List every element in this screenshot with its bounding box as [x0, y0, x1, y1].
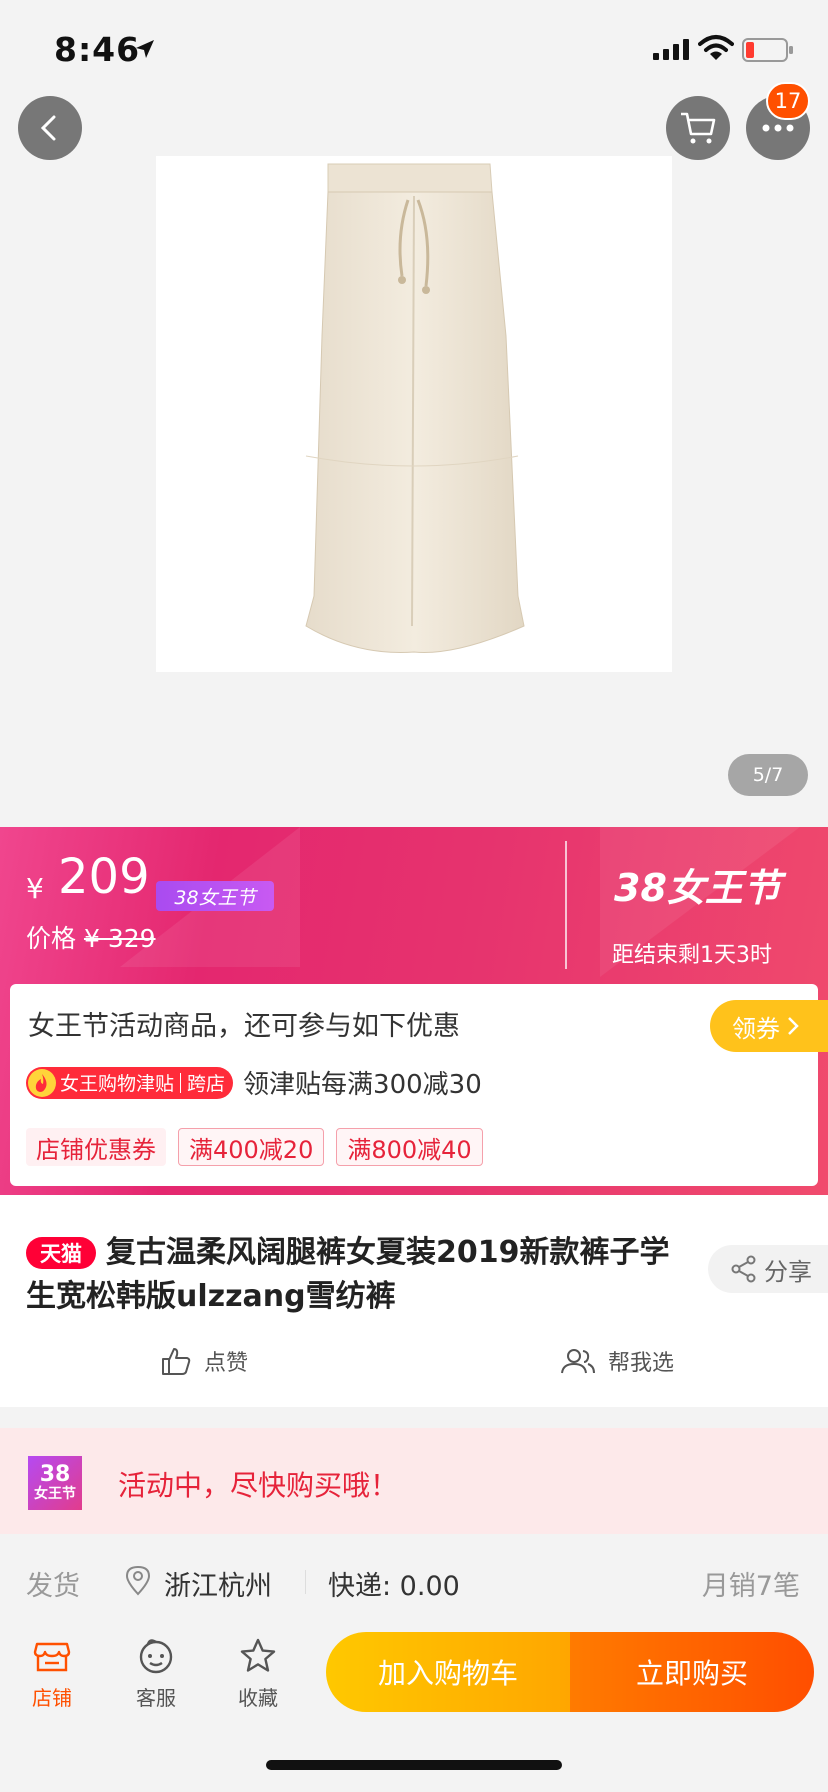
- shipping-divider: [305, 1570, 306, 1594]
- tmall-badge: 天猫: [26, 1237, 96, 1269]
- cellular-signal-icon: [653, 39, 689, 60]
- store-button[interactable]: 店铺: [12, 1636, 92, 1711]
- people-icon: [561, 1349, 595, 1374]
- shipping-row[interactable]: 发货 浙江杭州 快递: 0.00 月销7笔: [0, 1534, 828, 1626]
- status-time: 8:46: [54, 30, 141, 69]
- current-price: 209: [58, 849, 150, 905]
- chevron-right-icon: [788, 1017, 799, 1035]
- buy-now-button[interactable]: 立即购买: [570, 1632, 814, 1712]
- price-currency: ¥: [26, 872, 44, 905]
- coupon-card[interactable]: 女王节活动商品，还可参与如下优惠 领券 女王购物津贴 跨店 领津贴每满300减3…: [10, 984, 828, 1186]
- like-button[interactable]: 点赞: [160, 1345, 248, 1377]
- allowance-tag: 女王购物津贴 跨店: [26, 1066, 234, 1099]
- wide-leg-pants-image: [156, 156, 672, 672]
- festival-icon: 38 女王节: [28, 1456, 82, 1510]
- chevron-left-icon: [40, 115, 56, 141]
- thumbs-up-icon: [162, 1348, 191, 1375]
- product-title-block: 复古温柔风阔腿裤女夏装2019新款裤子学生宽松韩版ulzzang雪纺裤 天猫 分…: [0, 1195, 828, 1407]
- allowance-tag-scope: 跨店: [187, 1073, 226, 1095]
- product-photo[interactable]: [156, 156, 672, 672]
- gallery-pager: 5/7: [728, 754, 808, 796]
- help-label: 帮我选: [608, 1351, 675, 1376]
- add-to-cart-button[interactable]: 加入购物车: [326, 1632, 570, 1712]
- service-label: 客服: [136, 1686, 176, 1710]
- cart-icon: [681, 112, 716, 144]
- festival-icon-number: 38: [39, 1462, 71, 1487]
- share-button[interactable]: 分享: [708, 1245, 828, 1293]
- product-title: 复古温柔风阔腿裤女夏装2019新款裤子学生宽松韩版ulzzang雪纺裤: [26, 1235, 670, 1314]
- home-indicator[interactable]: [266, 1760, 562, 1770]
- activity-text: 活动中，尽快购买哦！: [118, 1469, 399, 1502]
- location-pin-icon: [125, 1565, 151, 1596]
- festival-icon-label: 女王节: [34, 1486, 76, 1502]
- festival-tag: 38女王节: [156, 881, 274, 911]
- customer-service-button[interactable]: 客服: [116, 1636, 196, 1711]
- back-button[interactable]: [18, 96, 82, 160]
- original-price-label: 价格: [26, 924, 77, 953]
- help-me-choose-button[interactable]: 帮我选: [560, 1345, 674, 1377]
- product-gallery[interactable]: 17 5/7: [0, 0, 828, 827]
- store-coupon-chip[interactable]: 店铺优惠券: [26, 1128, 166, 1166]
- original-price-row: 价格 ¥ 329: [26, 919, 156, 955]
- more-dots-icon: [762, 124, 794, 132]
- fire-icon: [28, 1068, 56, 1097]
- location-arrow-icon: [136, 40, 154, 58]
- share-icon: [731, 1255, 756, 1283]
- allowance-tag-label: 女王购物津贴: [60, 1073, 175, 1095]
- customer-service-icon: [139, 1639, 173, 1674]
- activity-bar[interactable]: 38 女王节 活动中，尽快购买哦！: [0, 1428, 828, 1534]
- star-icon: [240, 1638, 276, 1672]
- shipping-location: 浙江杭州: [164, 1571, 272, 1602]
- store-icon: [33, 1642, 71, 1672]
- store-label: 店铺: [32, 1686, 72, 1710]
- coupon-chips: 店铺优惠券 满400减20 满800减40: [26, 1128, 483, 1166]
- shipping-label: 发货: [26, 1571, 80, 1602]
- shipping-fee: 快递: 0.00: [328, 1571, 460, 1602]
- cart-button[interactable]: [666, 96, 730, 160]
- battery-low-icon: [742, 38, 793, 62]
- festival-logo: 38女王节: [614, 866, 781, 910]
- countdown-text: 距结束剩1天3时: [612, 943, 772, 968]
- favorite-button[interactable]: 收藏: [218, 1636, 298, 1711]
- coupon-chip[interactable]: 满800减40: [336, 1128, 483, 1166]
- monthly-sales: 月销7笔: [701, 1571, 800, 1602]
- banner-divider: [565, 841, 567, 969]
- original-price: ¥ 329: [83, 924, 156, 953]
- coupon-title: 女王节活动商品，还可参与如下优惠: [28, 1011, 460, 1042]
- claim-coupon-button[interactable]: 领券: [710, 1000, 828, 1052]
- coupon-chip[interactable]: 满400减20: [178, 1128, 325, 1166]
- status-bar: 8:46: [0, 0, 828, 98]
- like-label: 点赞: [204, 1351, 249, 1376]
- wifi-icon: [698, 35, 734, 60]
- allowance-text: 领津贴每满300减30: [243, 1070, 482, 1100]
- allowance-tag-separator: [180, 1072, 182, 1093]
- purchase-buttons: 加入购物车 立即购买: [326, 1632, 814, 1712]
- share-label: 分享: [764, 1257, 812, 1286]
- favorite-label: 收藏: [238, 1686, 278, 1710]
- allowance-row: 女王购物津贴 跨店 领津贴每满300减30: [26, 1064, 482, 1101]
- claim-coupon-label: 领券: [732, 1014, 780, 1043]
